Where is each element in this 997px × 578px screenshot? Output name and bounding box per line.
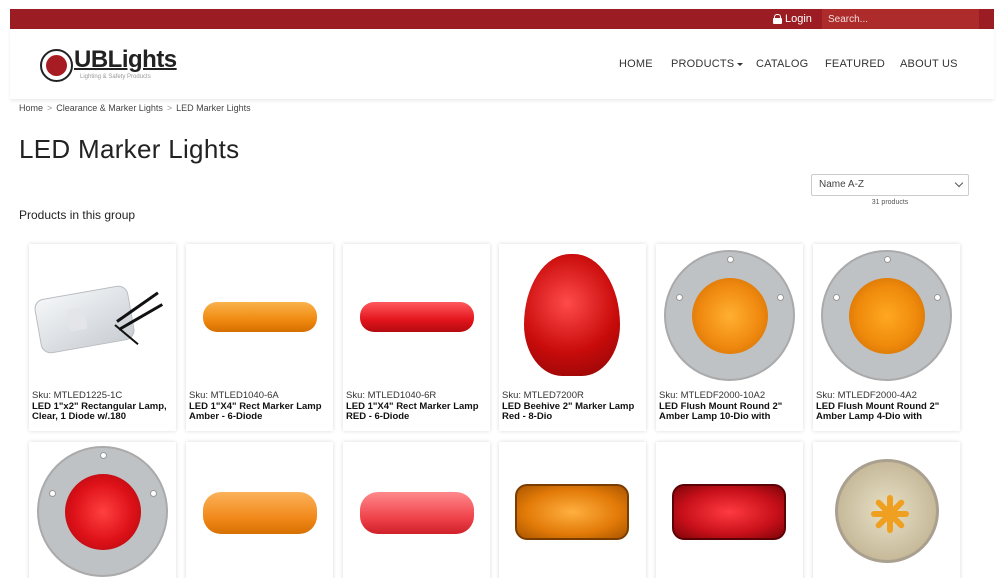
product-image xyxy=(343,244,490,386)
product-card[interactable]: Sku: MTLED7200R LED Beehive 2" Marker La… xyxy=(499,244,646,431)
product-name[interactable]: LED Flush Mount Round 2" Amber Lamp 10-D… xyxy=(659,402,803,423)
product-card[interactable]: Sku: MTLED1040-6R LED 1"X4" Rect Marker … xyxy=(343,244,490,431)
product-sku: Sku: MTLED1040-6A xyxy=(189,390,279,401)
breadcrumb-home[interactable]: Home xyxy=(19,103,43,113)
nav-products[interactable]: PRODUCTS xyxy=(671,58,744,70)
product-image xyxy=(499,442,646,578)
product-image xyxy=(656,244,803,386)
login-link[interactable]: Login xyxy=(773,11,812,27)
product-card[interactable] xyxy=(656,442,803,578)
product-card[interactable]: Sku: MTLEDF2000-4A2 LED Flush Mount Roun… xyxy=(813,244,960,431)
brand-logo[interactable]: UBLights Lighting & Safety Products xyxy=(40,46,200,86)
breadcrumb-current: LED Marker Lights xyxy=(176,103,251,113)
group-label: Products in this group xyxy=(19,208,136,222)
product-sku: Sku: MTLEDF2000-4A2 xyxy=(816,390,917,401)
sort-select[interactable]: Name A-Z xyxy=(811,174,969,196)
product-sku: Sku: MTLED1225-1C xyxy=(32,390,123,401)
chevron-down-icon xyxy=(737,62,744,66)
product-image xyxy=(813,244,960,386)
sort-selected-value: Name A-Z xyxy=(819,179,865,190)
product-image xyxy=(186,442,333,578)
login-label: Login xyxy=(785,13,812,25)
product-card[interactable] xyxy=(186,442,333,578)
product-card[interactable] xyxy=(499,442,646,578)
product-name[interactable]: LED Flush Mount Round 2" Amber Lamp 4-Di… xyxy=(816,402,960,423)
product-sku: Sku: MTLED1040-6R xyxy=(346,390,437,401)
product-image xyxy=(813,442,960,578)
nav-products-label: PRODUCTS xyxy=(671,58,735,70)
product-name[interactable]: LED 1"X4" Rect Marker Lamp RED - 6-Diode xyxy=(346,402,490,423)
top-bar: Login xyxy=(10,9,994,29)
breadcrumb-separator: > xyxy=(166,103,173,113)
nav-catalog[interactable]: CATALOG xyxy=(756,58,808,70)
product-card[interactable] xyxy=(813,442,960,578)
product-image xyxy=(656,442,803,578)
nav-about[interactable]: ABOUT US xyxy=(900,58,958,70)
nav-featured[interactable]: FEATURED xyxy=(825,58,885,70)
product-image xyxy=(29,442,176,578)
nav-home[interactable]: HOME xyxy=(619,58,653,70)
product-sku: Sku: MTLEDF2000-10A2 xyxy=(659,390,766,401)
brand-name: UBLights xyxy=(74,46,177,73)
product-name[interactable]: LED Beehive 2" Marker Lamp Red - 8-Dio xyxy=(502,402,646,423)
product-image xyxy=(343,442,490,578)
product-name[interactable]: LED 1"X4" Rect Marker Lamp Amber - 6-Dio… xyxy=(189,402,333,423)
product-card[interactable]: Sku: MTLED1225-1C LED 1"x2" Rectangular … xyxy=(29,244,176,431)
breadcrumb: Home > Clearance & Marker Lights > LED M… xyxy=(19,103,251,113)
page: Login UBLights Lighting & Safety Product… xyxy=(0,0,997,578)
product-count: 31 products xyxy=(871,199,909,206)
product-image xyxy=(186,244,333,386)
product-sku: Sku: MTLED7200R xyxy=(502,390,584,401)
brand-tagline: Lighting & Safety Products xyxy=(80,74,151,80)
breadcrumb-parent[interactable]: Clearance & Marker Lights xyxy=(56,103,163,113)
page-title: LED Marker Lights xyxy=(19,134,240,164)
product-name[interactable]: LED 1"x2" Rectangular Lamp, Clear, 1 Dio… xyxy=(32,402,176,423)
product-card[interactable]: Sku: MTLEDF2000-10A2 LED Flush Mount Rou… xyxy=(656,244,803,431)
product-image xyxy=(29,244,176,386)
chevron-down-icon xyxy=(954,178,964,188)
breadcrumb-separator: > xyxy=(47,103,53,113)
product-card[interactable] xyxy=(343,442,490,578)
product-card[interactable]: Sku: MTLED1040-6A LED 1"X4" Rect Marker … xyxy=(186,244,333,431)
site-header: UBLights Lighting & Safety Products HOME… xyxy=(10,29,994,99)
lock-icon xyxy=(773,14,782,24)
product-card[interactable] xyxy=(29,442,176,578)
search-input[interactable] xyxy=(822,9,979,29)
product-image xyxy=(499,244,646,386)
logo-mark-icon xyxy=(40,49,73,82)
